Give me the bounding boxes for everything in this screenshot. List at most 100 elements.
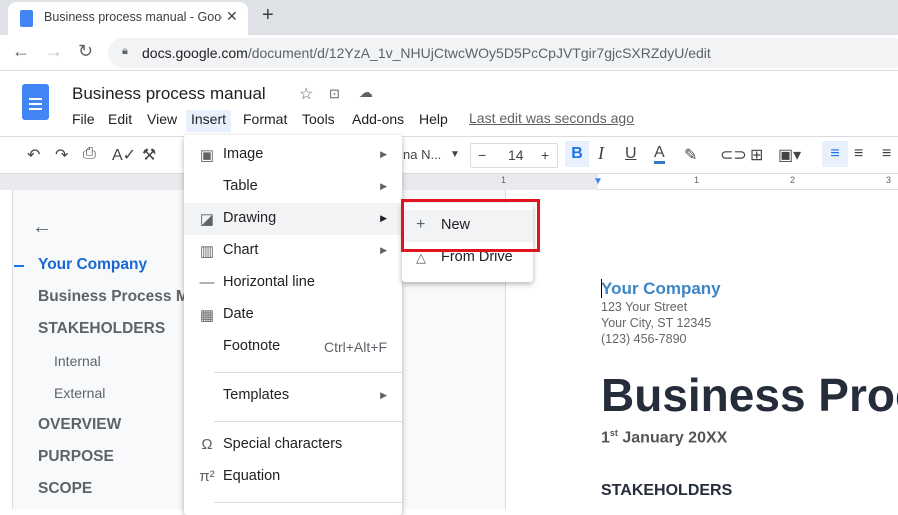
bold-icon[interactable]: B	[565, 141, 589, 167]
indent-marker-icon[interactable]: ▼	[593, 176, 603, 187]
docs-logo-icon[interactable]	[22, 84, 49, 120]
underline-icon[interactable]: U	[625, 145, 637, 163]
menu-item-label: Special characters	[223, 436, 343, 452]
company-name[interactable]: Your Company	[601, 279, 721, 299]
last-edit-link[interactable]: Last edit was seconds ago	[469, 110, 634, 126]
outline-item[interactable]: Internal	[54, 353, 101, 369]
submenu-arrow-icon: ▶	[380, 149, 387, 159]
menu-add-ons[interactable]: Add-ons	[347, 110, 409, 132]
undo-icon[interactable]: ↶	[27, 145, 40, 165]
horizontal-ruler: 1 1 2 3 ▼	[0, 174, 898, 190]
font-size-value[interactable]: 14	[508, 147, 524, 163]
menu-item-equation[interactable]: π² Equation	[184, 461, 402, 493]
highlight-icon[interactable]: ✎	[684, 145, 697, 165]
menu-file[interactable]: File	[67, 110, 100, 132]
outline-item[interactable]: STAKEHOLDERS	[38, 320, 165, 338]
phone[interactable]: (123) 456-7890	[601, 332, 686, 346]
outline-item[interactable]: Business Process M	[38, 288, 189, 306]
omega-icon: Ω	[201, 436, 213, 453]
increase-font-icon[interactable]: +	[541, 147, 549, 163]
outline-item[interactable]: Your Company	[38, 256, 147, 274]
street[interactable]: 123 Your Street	[601, 300, 687, 314]
menu-tools[interactable]: Tools	[297, 110, 340, 132]
shortcut-label: Ctrl+Alt+F	[323, 339, 387, 355]
font-select[interactable]: na N...	[403, 147, 441, 162]
cloud-status-icon[interactable]: ☁	[359, 84, 373, 101]
menu-item-label: Date	[223, 306, 254, 322]
menu-item-label: Equation	[223, 468, 281, 484]
drawing-icon: ◪	[199, 211, 215, 228]
outline-item[interactable]: PURPOSE	[38, 448, 114, 466]
close-tab-icon[interactable]: ✕	[226, 8, 238, 25]
print-icon[interactable]: ⎙	[83, 145, 96, 163]
ruler-label: 2	[790, 175, 796, 185]
menu-item-drawing[interactable]: ◪ Drawing ▶	[184, 203, 402, 235]
menu-item-label: Chart	[223, 242, 259, 258]
tab-bar: Business process manual - Google Docs ✕ …	[0, 0, 898, 35]
menu-item-templates[interactable]: Templates ▶	[184, 380, 402, 412]
paint-format-icon[interactable]: ⚒	[142, 145, 156, 165]
menu-item-table[interactable]: Table ▶	[184, 171, 402, 203]
date-day: 1	[601, 429, 610, 447]
document-date: 1st January 20XX	[601, 428, 727, 447]
decrease-font-icon[interactable]: −	[478, 147, 486, 163]
outline-item[interactable]: OVERVIEW	[38, 416, 121, 434]
stakeholders-heading[interactable]: STAKEHOLDERS	[601, 482, 732, 500]
date-suffix: st	[609, 428, 618, 438]
star-icon[interactable]: ☆	[299, 84, 313, 104]
forward-icon[interactable]: →	[45, 41, 63, 62]
image-icon: ▣	[199, 147, 215, 164]
menu-item-special-characters[interactable]: Ω Special characters	[184, 429, 402, 461]
document-page[interactable]	[505, 190, 898, 509]
menu-format[interactable]: Format	[238, 110, 292, 132]
menu-item-label: Image	[223, 146, 264, 162]
menu-edit[interactable]: Edit	[103, 110, 137, 132]
font-size-stepper[interactable]: − 14 +	[470, 143, 558, 168]
new-tab-icon[interactable]: +	[262, 4, 274, 27]
submenu-arrow-icon: ▶	[380, 213, 387, 223]
menu-item-image[interactable]: ▣ Image ▶	[184, 139, 402, 171]
submenu-arrow-icon: ▶	[380, 390, 387, 400]
menu-item-chart[interactable]: ▥ Chart ▶	[184, 235, 402, 267]
toolbar: ↶ ↷ ⎙ A✓ ⚒ na N... ▼ − 14 + B I U A ✎ ⊂⊃…	[0, 136, 898, 174]
comment-icon[interactable]: ⊞	[750, 145, 763, 165]
text-color-icon[interactable]: A	[654, 145, 665, 164]
move-folder-icon[interactable]: ⊡	[329, 86, 340, 102]
menu-help[interactable]: Help	[414, 110, 453, 132]
back-icon[interactable]: ←	[12, 41, 30, 62]
close-outline-icon[interactable]: ←	[32, 216, 52, 239]
menu-insert[interactable]: Insert	[186, 110, 232, 132]
insert-menu: ▣ Image ▶ Table ▶ ◪ Drawing ▶ ▥ Chart ▶ — Horizo…	[184, 135, 402, 515]
url-input[interactable]: 🔒︎ docs.google.com/document/d/12YzA_1v_N…	[108, 38, 898, 68]
outline-item[interactable]: External	[54, 385, 105, 401]
menu-item-label: Horizontal line	[223, 274, 315, 290]
submenu-arrow-icon: ▶	[380, 181, 387, 191]
link-icon[interactable]: ⊂⊃	[720, 145, 747, 165]
align-center-icon[interactable]: ≡	[854, 145, 863, 163]
redo-icon[interactable]: ↷	[55, 145, 68, 165]
outline-item[interactable]: SCOPE	[38, 480, 92, 498]
chart-icon: ▥	[199, 243, 215, 260]
menu-item-horizontal-line[interactable]: — Horizontal line	[184, 267, 402, 299]
spellcheck-icon[interactable]: A✓	[112, 145, 136, 165]
menu-item-label: Templates	[223, 387, 290, 403]
align-right-icon[interactable]: ≡	[882, 145, 891, 163]
menu-item-label: Footnote	[223, 338, 281, 354]
insert-image-icon[interactable]: ▣▾	[778, 145, 801, 165]
document-heading[interactable]: Business Proc	[601, 368, 898, 422]
italic-icon[interactable]: I	[598, 143, 604, 164]
menu-item-footnote[interactable]: Footnote Ctrl+Alt+F	[184, 331, 402, 363]
menu-view[interactable]: View	[142, 110, 182, 132]
outline-active-indicator	[14, 265, 24, 267]
font-dropdown-icon[interactable]: ▼	[450, 149, 460, 160]
menu-divider	[214, 421, 402, 422]
calendar-icon: ▦	[199, 307, 215, 324]
drive-icon: △	[416, 250, 426, 265]
align-left-icon[interactable]: ≡	[822, 141, 848, 167]
lock-icon: 🔒︎	[122, 45, 128, 57]
menu-item-date[interactable]: ▦ Date	[184, 299, 402, 331]
document-title[interactable]: Business process manual	[72, 84, 266, 104]
browser-tab[interactable]: Business process manual - Google Docs ✕	[8, 2, 248, 35]
city[interactable]: Your City, ST 12345	[601, 316, 711, 330]
reload-icon[interactable]: ↻	[78, 41, 93, 62]
